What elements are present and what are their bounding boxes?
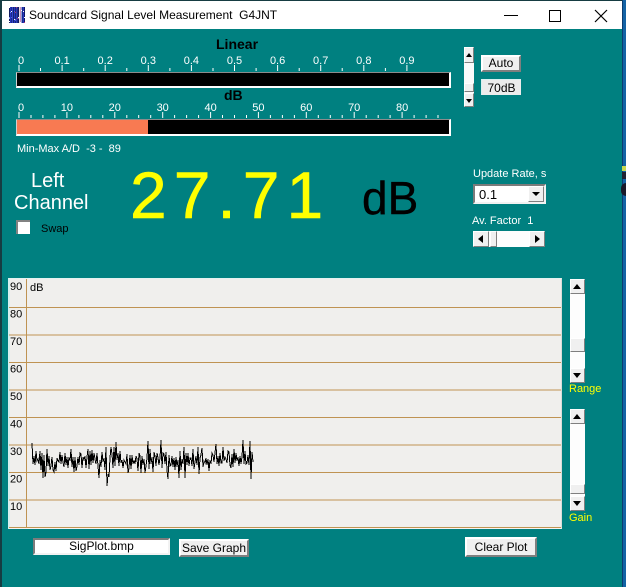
svg-text:30: 30 bbox=[10, 446, 22, 458]
svg-text:60: 60 bbox=[10, 364, 22, 376]
svg-text:80: 80 bbox=[10, 309, 22, 321]
svg-text:90: 90 bbox=[10, 281, 22, 293]
svg-text:70: 70 bbox=[10, 336, 22, 348]
svg-text:20: 20 bbox=[10, 474, 22, 486]
svg-text:10: 10 bbox=[10, 501, 22, 513]
svg-text:40: 40 bbox=[10, 419, 22, 431]
svg-text:dB: dB bbox=[30, 282, 43, 294]
svg-text:50: 50 bbox=[10, 391, 22, 403]
